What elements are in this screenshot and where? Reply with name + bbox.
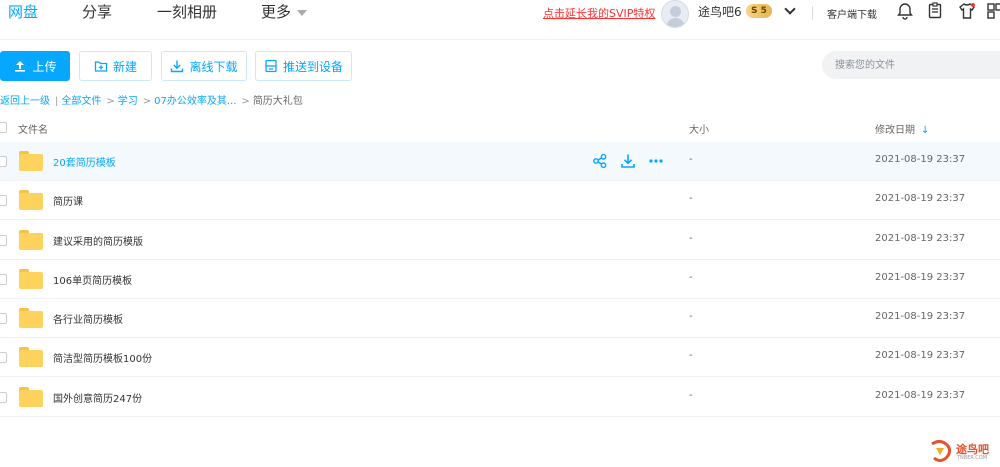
sort-down-arrow-icon: ↓ — [921, 125, 930, 136]
tab-more-label: 更多 — [261, 3, 292, 21]
row-checkbox[interactable] — [0, 313, 7, 324]
clipboard-icon[interactable] — [926, 2, 944, 20]
file-name[interactable]: 各行业简历模板 — [53, 311, 123, 326]
push-to-device-button[interactable]: 推送到设备 — [255, 51, 352, 81]
table-row[interactable]: 各行业简历模板 - 2021-08-19 23:37 — [0, 299, 1000, 338]
row-checkbox[interactable] — [0, 195, 7, 206]
file-size: - — [689, 311, 693, 322]
column-header-date[interactable]: 修改日期 ↓ — [875, 121, 929, 136]
file-date: 2021-08-19 23:37 — [875, 233, 966, 244]
column-header-size[interactable]: 大小 — [689, 121, 709, 136]
file-name[interactable]: 建议采用的简历模版 — [53, 233, 143, 248]
table-row[interactable]: 简历课 - 2021-08-19 23:37 — [0, 181, 1000, 220]
breadcrumb-separator: > — [142, 96, 152, 107]
file-name[interactable]: 简洁型简历模板100份 — [53, 350, 152, 365]
upload-button-label: 上传 — [32, 59, 57, 74]
offline-download-button-label: 离线下载 — [189, 59, 238, 74]
watermark-subtext: TNBER.COM — [957, 455, 988, 461]
breadcrumb: 返回上一级 | 全部文件 > 学习 >07办公效率及其... > 简历大礼包 — [0, 92, 305, 107]
bell-icon[interactable] — [896, 2, 914, 20]
breadcrumb-item-study[interactable]: 学习 — [118, 96, 138, 107]
folder-icon — [19, 347, 43, 367]
folder-icon — [19, 230, 43, 250]
column-header-date-label: 修改日期 — [875, 125, 915, 136]
row-checkbox[interactable] — [0, 156, 7, 167]
file-name[interactable]: 简历课 — [53, 193, 83, 208]
file-date: 2021-08-19 23:37 — [875, 193, 966, 204]
search-input[interactable] — [822, 51, 1000, 79]
breadcrumb-separator: > — [106, 96, 115, 107]
tab-moments-album[interactable]: 一刻相册 — [157, 2, 217, 22]
file-size: - — [689, 233, 693, 244]
table-row[interactable]: 简洁型简历模板100份 - 2021-08-19 23:37 — [0, 338, 1000, 377]
breadcrumb-back-link[interactable]: 返回上一级 — [0, 96, 50, 107]
file-size: - — [689, 390, 693, 401]
table-row[interactable]: 106单页简历模板 - 2021-08-19 23:37 — [0, 260, 1000, 299]
folder-icon — [19, 387, 43, 407]
breadcrumb-item-office[interactable]: 07办公效率及其... — [154, 96, 236, 107]
avatar[interactable] — [661, 0, 689, 28]
file-size: - — [689, 154, 693, 165]
file-date: 2021-08-19 23:37 — [875, 390, 966, 401]
chevron-down-icon — [297, 9, 308, 16]
file-name[interactable]: 国外创意简历247份 — [53, 390, 142, 405]
file-table-header: 文件名 大小 修改日期 ↓ — [0, 115, 1000, 141]
watermark: 途鸟吧 TNBER.COM — [928, 438, 998, 464]
breadcrumb-current: 简历大礼包 — [252, 96, 303, 107]
file-name[interactable]: 106单页简历模板 — [53, 272, 132, 287]
row-checkbox[interactable] — [0, 274, 7, 285]
header-divider — [812, 6, 813, 20]
breadcrumb-separator: | — [55, 96, 59, 107]
device-icon — [265, 59, 277, 73]
new-button[interactable]: 新建 — [79, 51, 152, 81]
tab-share[interactable]: 分享 — [82, 2, 112, 22]
upload-icon — [15, 61, 26, 72]
offline-download-button[interactable]: 离线下载 — [161, 51, 247, 81]
column-header-name[interactable]: 文件名 — [18, 121, 48, 136]
file-name[interactable]: 20套简历模板 — [53, 154, 116, 169]
share-icon[interactable] — [592, 153, 608, 169]
svip-level-badge: S 5 — [746, 4, 772, 18]
username[interactable]: 途鸟吧6 — [698, 3, 742, 20]
file-date: 2021-08-19 23:37 — [875, 311, 966, 322]
top-navigation-bar: 网盘 分享 一刻相册 更多 点击延长我的SVIP特权 途鸟吧6 S 5 客户端下… — [0, 0, 1000, 40]
client-download-link[interactable]: 客户端下载 — [827, 6, 877, 21]
push-to-device-button-label: 推送到设备 — [282, 59, 343, 74]
folder-icon — [19, 308, 43, 328]
watermark-logo-icon — [931, 439, 952, 462]
tab-more[interactable]: 更多 — [261, 2, 308, 22]
breadcrumb-separator: > — [241, 96, 250, 107]
file-date: 2021-08-19 23:37 — [875, 154, 966, 165]
folder-icon — [19, 190, 43, 210]
breadcrumb-item-all-files[interactable]: 全部文件 — [61, 96, 101, 107]
new-button-label: 新建 — [112, 59, 137, 74]
user-menu-chevron-icon[interactable] — [784, 3, 796, 15]
download-icon[interactable] — [620, 153, 636, 169]
tab-netdisk[interactable]: 网盘 — [8, 2, 38, 22]
grid-apps-icon[interactable] — [986, 2, 1000, 20]
row-checkbox[interactable] — [0, 392, 7, 403]
new-folder-icon — [94, 61, 108, 72]
file-size: - — [689, 193, 693, 204]
file-date: 2021-08-19 23:37 — [875, 272, 966, 283]
row-checkbox[interactable] — [0, 235, 7, 246]
more-options-icon[interactable] — [648, 153, 664, 169]
row-checkbox[interactable] — [0, 352, 7, 363]
table-row[interactable]: 建议采用的简历模版 - 2021-08-19 23:37 — [0, 221, 1000, 260]
row-actions — [592, 153, 664, 169]
svip-promo-link[interactable]: 点击延长我的SVIP特权 — [543, 5, 655, 21]
file-date: 2021-08-19 23:37 — [875, 350, 966, 361]
skin-shirt-icon[interactable] — [958, 2, 976, 20]
folder-icon — [19, 269, 43, 289]
download-icon — [171, 60, 184, 73]
file-size: - — [689, 272, 693, 283]
table-row[interactable]: 国外创意简历247份 - 2021-08-19 23:37 — [0, 378, 1000, 417]
select-all-checkbox[interactable] — [0, 122, 7, 133]
table-row[interactable]: 20套简历模板 - 2021-08-19 23:37 — [0, 142, 1000, 181]
file-size: - — [689, 350, 693, 361]
folder-icon — [19, 151, 43, 171]
upload-button[interactable]: 上传 — [0, 51, 70, 81]
